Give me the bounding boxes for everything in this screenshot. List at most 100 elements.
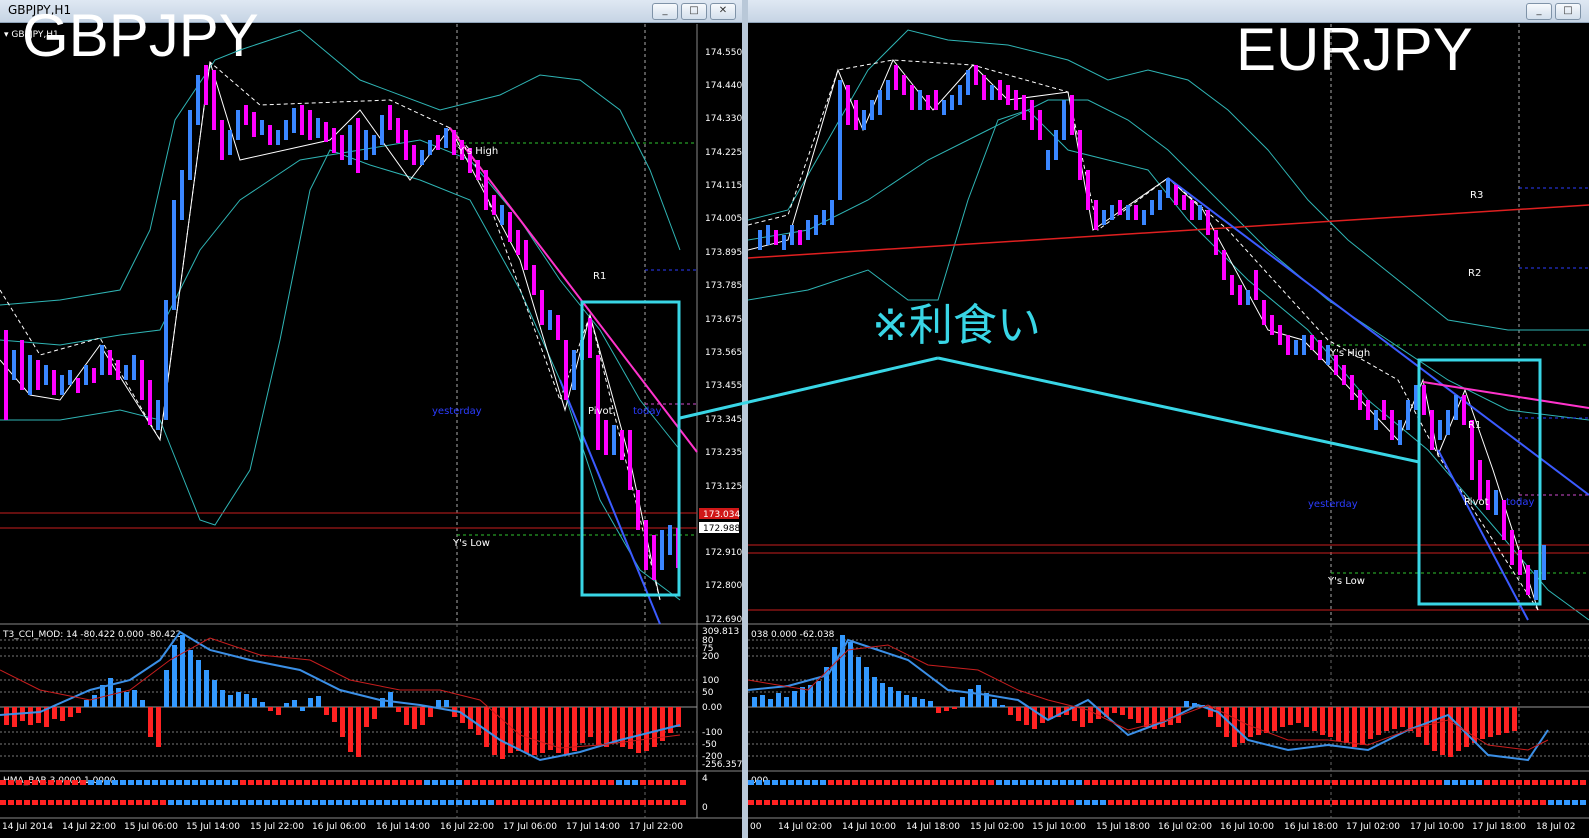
hma-bar: [496, 780, 502, 785]
hma-bar: [892, 780, 898, 785]
hma-bar: [764, 780, 770, 785]
hma-bar: [8, 800, 14, 805]
svg-text:174.115: 174.115: [705, 181, 742, 191]
hma-bar: [1356, 800, 1362, 805]
svg-text:15 Jul 06:00: 15 Jul 06:00: [124, 822, 178, 832]
hma-bar: [584, 780, 590, 785]
cci-bar: [920, 699, 925, 707]
hma-bar: [408, 800, 414, 805]
hma-bar: [552, 800, 558, 805]
hma-bar: [1556, 800, 1562, 805]
cci-bar: [904, 695, 909, 707]
today-label: today: [633, 406, 662, 417]
hma-bar: [528, 780, 534, 785]
time-axis: 14 Jul 2014 14 Jul 22:00 15 Jul 06:00 15…: [2, 822, 683, 832]
hma-bar: [876, 780, 882, 785]
hma-bar: [1212, 800, 1218, 805]
svg-text:172.800: 172.800: [705, 581, 742, 591]
hma-bar: [472, 800, 478, 805]
hma-bar: [1132, 780, 1138, 785]
hma-bar: [40, 800, 46, 805]
gbpjpy-price-panel[interactable]: 174.550 174.440 174.330 174.225 174.115 …: [0, 0, 742, 838]
hma-bar: [1268, 800, 1274, 805]
hma-bar: [1468, 780, 1474, 785]
hma-bar: [96, 780, 102, 785]
hma-bar: [1420, 780, 1426, 785]
hma-bar: [1476, 780, 1482, 785]
hma-bar: [1580, 800, 1586, 805]
svg-text:174.550: 174.550: [705, 48, 742, 58]
cci-bar: [1432, 707, 1437, 751]
hma-bar: [1548, 780, 1554, 785]
hma-bar: [1436, 800, 1442, 805]
hma-bar: [1540, 780, 1546, 785]
hma-bar: [820, 800, 826, 805]
hma-bar: [408, 780, 414, 785]
hma-bar: [624, 780, 630, 785]
hma-bar: [240, 780, 246, 785]
hma-bar: [304, 800, 310, 805]
hma-bar: [504, 780, 510, 785]
hma-bar: [656, 780, 662, 785]
cci-bar: [1112, 707, 1117, 713]
hma-bar: [972, 780, 978, 785]
hma-bar: [272, 800, 278, 805]
hma-bar: [964, 800, 970, 805]
svg-text:15 Jul 18:00: 15 Jul 18:00: [1096, 822, 1150, 832]
svg-text:14 Jul 18:00: 14 Jul 18:00: [906, 822, 960, 832]
cci-bar: [1400, 707, 1405, 727]
hma-bar: [1292, 800, 1298, 805]
hma-bar: [844, 800, 850, 805]
hma-bar: [1116, 800, 1122, 805]
hma-bar: [1300, 800, 1306, 805]
hma-bar: [168, 800, 174, 805]
hma-bar: [948, 780, 954, 785]
hma-bar: [788, 780, 794, 785]
hma-bar: [1164, 800, 1170, 805]
r1-label: R1: [593, 271, 606, 282]
hma-bar: [1324, 780, 1330, 785]
hma-bar: [1204, 780, 1210, 785]
hma-bar: [80, 780, 86, 785]
hma-bar: [592, 800, 598, 805]
hma-bar: [1100, 800, 1106, 805]
cci-bar: [1344, 707, 1349, 743]
svg-text:174.440: 174.440: [705, 81, 742, 91]
hma-bar: [400, 780, 406, 785]
cci-bar: [1456, 707, 1461, 751]
eurjpy-price-panel[interactable]: R3 R2 R1 Pivot Y's High Y's Low yesterda…: [748, 0, 1589, 838]
hma-bar: [352, 780, 358, 785]
hma-bar: [112, 780, 118, 785]
hma-bar: [1196, 780, 1202, 785]
hma-bar: [208, 780, 214, 785]
cci-bar: [1304, 707, 1309, 727]
hma-bar: [144, 780, 150, 785]
hma-bar: [884, 780, 890, 785]
svg-text:17 Jul 06:00: 17 Jul 06:00: [503, 822, 557, 832]
hma-bar: [1108, 780, 1114, 785]
svg-text:15 Jul 22:00: 15 Jul 22:00: [250, 822, 304, 832]
hma-bar: [756, 800, 762, 805]
eurjpy-chart-window[interactable]: _ □ EURJPY R3 R2 R1 Pivot Y's High Y's L…: [748, 0, 1589, 838]
hma-bar: [1276, 800, 1282, 805]
cci-bar: [864, 667, 869, 707]
hma-bar: [232, 780, 238, 785]
svg-text:173.235: 173.235: [705, 448, 742, 458]
price-axis: 174.550 174.440 174.330 174.225 174.115 …: [705, 48, 742, 625]
hma-bar: [1268, 780, 1274, 785]
hma-bar: [224, 800, 230, 805]
hma-bar: [376, 780, 382, 785]
hma-bar: [852, 800, 858, 805]
hma-bar: [1420, 800, 1426, 805]
hma-bar: [576, 780, 582, 785]
hma-bar: [836, 780, 842, 785]
hma-bar: [980, 780, 986, 785]
cci-bar: [760, 695, 765, 707]
hma-bar: [924, 800, 930, 805]
hma-bar: [136, 800, 142, 805]
hma-bar: [632, 780, 638, 785]
gbpjpy-chart-window[interactable]: GBPJPY,H1 _ □ ✕ ▾ GBPJPY,H1 GBPJPY 174.5…: [0, 0, 742, 838]
hma-bar: [584, 800, 590, 805]
hma-bar: [1348, 800, 1354, 805]
hma-bar: [1468, 800, 1474, 805]
